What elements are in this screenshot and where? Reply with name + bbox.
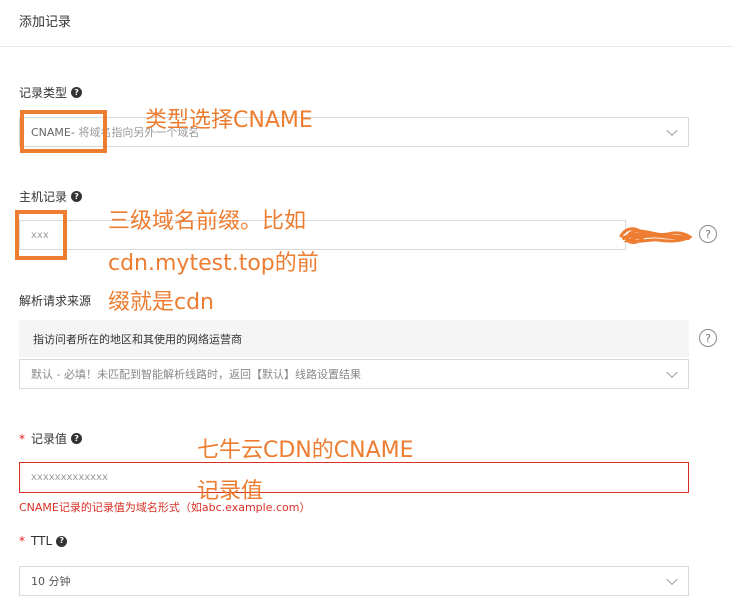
ttl-select[interactable]: 10 分钟 bbox=[19, 566, 689, 596]
required-asterisk: * bbox=[19, 431, 25, 446]
record-type-select[interactable]: CNAME- 将域名指向另外一个域名 bbox=[19, 117, 689, 147]
record-type-label-text: 记录类型 bbox=[19, 86, 68, 100]
record-value-label: * 记录值 ? bbox=[19, 430, 83, 447]
dialog-header: 添加记录 bbox=[0, 0, 733, 47]
help-icon[interactable]: ? bbox=[56, 535, 68, 547]
source-label-text: 解析请求来源 bbox=[19, 294, 92, 308]
ttl-label: * TTL ? bbox=[19, 534, 68, 548]
source-help-icon[interactable]: ? bbox=[699, 329, 717, 347]
record-value-input[interactable]: xxxxxxxxxxxxx bbox=[19, 462, 689, 493]
record-type-select-value: CNAME- 将域名指向另外一个域名 bbox=[31, 124, 688, 140]
source-line-value: 默认 - 必填！未匹配到智能解析线路时，返回【默认】线路设置结果 bbox=[31, 368, 361, 381]
annotation-box-record-type bbox=[20, 110, 107, 153]
ttl-label-text: TTL bbox=[31, 534, 53, 548]
source-label: 解析请求来源 bbox=[19, 292, 91, 309]
annotation-type-note: 类型选择CNAME bbox=[145, 108, 313, 133]
annotation-host-note-2: cdn.mytest.top的前 bbox=[108, 251, 319, 276]
dialog-title: 添加记录 bbox=[19, 15, 72, 30]
redaction-scribble bbox=[619, 227, 692, 244]
help-icon[interactable]: ? bbox=[71, 433, 83, 444]
source-info-bar: 指访问者所在的地区和其使用的网络运营商 bbox=[19, 320, 689, 357]
help-icon[interactable]: ? bbox=[71, 191, 83, 202]
record-value-label-text: 记录值 bbox=[31, 432, 68, 446]
host-help-icon[interactable]: ? bbox=[699, 225, 717, 243]
host-record-label-text: 主机记录 bbox=[19, 190, 68, 204]
annotation-host-note-1: 三级域名前缀。比如 bbox=[108, 209, 307, 234]
record-value-placeholder: xxxxxxxxxxxxx bbox=[31, 472, 108, 483]
record-type-label: 记录类型 ? bbox=[19, 84, 83, 101]
annotation-value-note-1: 七牛云CDN的CNAME bbox=[197, 438, 414, 463]
annotation-host-note-3: 缀就是cdn bbox=[108, 290, 215, 315]
required-asterisk: * bbox=[19, 534, 25, 548]
ttl-value: 10 分钟 bbox=[31, 575, 71, 588]
annotation-box-host bbox=[15, 210, 67, 260]
source-info-text: 指访问者所在的地区和其使用的网络运营商 bbox=[33, 332, 242, 346]
annotation-value-note-2: 记录值 bbox=[197, 479, 264, 504]
help-icon[interactable]: ? bbox=[71, 87, 83, 98]
source-line-select[interactable]: 默认 - 必填！未匹配到智能解析线路时，返回【默认】线路设置结果 bbox=[19, 359, 689, 389]
record-value-error: CNAME记录的记录值为域名形式（如abc.example.com） bbox=[19, 501, 311, 514]
host-record-label: 主机记录 ? bbox=[19, 188, 83, 205]
